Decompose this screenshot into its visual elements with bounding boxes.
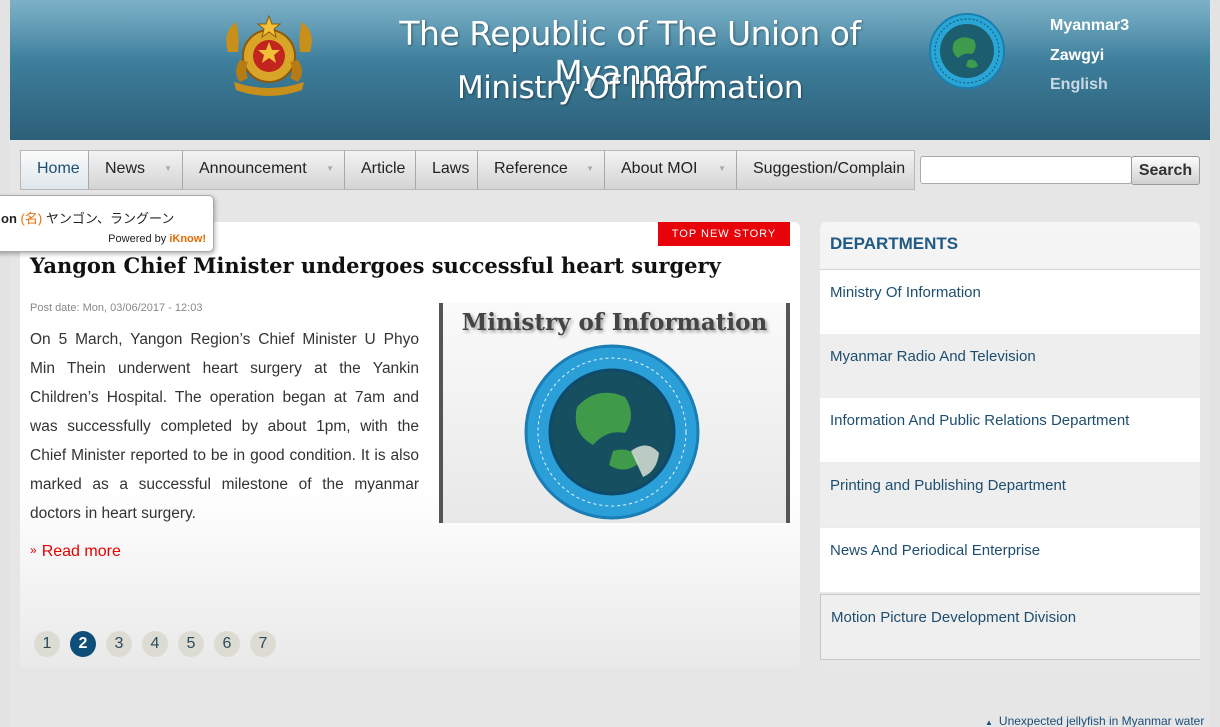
- search-input[interactable]: [920, 156, 1132, 184]
- iknow-popup[interactable]: on (名) ヤンゴン、ラングーン Powered by iKnow!: [0, 195, 214, 252]
- lang-english-link[interactable]: English: [1050, 76, 1108, 94]
- chevron-down-icon: ▼: [326, 164, 334, 173]
- nav-item-home[interactable]: Home: [21, 151, 89, 189]
- nav-item-article[interactable]: Article: [345, 151, 416, 189]
- search-button[interactable]: Search: [1131, 156, 1200, 185]
- lang-zawgyi-link[interactable]: Zawgyi: [1050, 47, 1104, 65]
- departments-title: DEPARTMENTS: [830, 234, 959, 253]
- story-image-caption: Ministry of Information: [461, 309, 768, 336]
- sidebar-item-motion-picture[interactable]: Motion Picture Development Division: [820, 594, 1200, 660]
- popup-powered-by: Powered by iKnow!: [108, 233, 206, 245]
- top-story-badge: TOP NEW STORY: [658, 222, 790, 246]
- nav-item-suggestion[interactable]: Suggestion/Complain: [737, 151, 914, 189]
- story-image[interactable]: Ministry of Information: [439, 303, 790, 523]
- news-link[interactable]: ▲ Unexpected jellyfish in Myanmar water: [985, 714, 1204, 727]
- chevron-down-icon: ▼: [164, 164, 172, 173]
- ministry-seal-icon: [524, 344, 700, 520]
- chevron-down-icon: ▼: [586, 164, 594, 173]
- nav-item-label: Laws: [432, 160, 470, 177]
- iknow-brand-link[interactable]: iKnow!: [169, 233, 206, 245]
- sidebar-item-ministry-of-information[interactable]: Ministry Of Information: [820, 270, 1200, 334]
- lang-myanmar3-link[interactable]: Myanmar3: [1050, 17, 1129, 35]
- popup-part-of-speech: (名): [20, 211, 43, 226]
- read-more-link[interactable]: » Read more: [30, 543, 121, 561]
- sidebar-item-public-relations[interactable]: Information And Public Relations Departm…: [820, 398, 1200, 462]
- nav-item-announcement[interactable]: Announcement ▼: [183, 151, 345, 189]
- site-title-line2: Ministry Of Information: [457, 70, 803, 106]
- story-body: On 5 March, Yangon Region’s Chief Minist…: [30, 331, 419, 522]
- powered-by-label: Powered by: [108, 233, 167, 245]
- double-chevron-right-icon: »: [30, 543, 37, 557]
- page-button-6[interactable]: 6: [214, 631, 240, 657]
- nav-item-label: Home: [37, 160, 80, 177]
- read-more-label: Read more: [41, 543, 121, 560]
- news-link-label: Unexpected jellyfish in Myanmar water: [998, 714, 1205, 727]
- nav-item-reference[interactable]: Reference ▼: [478, 151, 605, 189]
- moi-logo-icon: [929, 13, 1005, 89]
- state-emblem-icon: [226, 14, 312, 96]
- nav-item-label: Article: [361, 160, 406, 177]
- nav-item-about-moi[interactable]: About MOI ▼: [605, 151, 737, 189]
- nav-item-news[interactable]: News ▼: [89, 151, 183, 189]
- popup-word: on (名) ヤンゴン、ラングーン: [1, 208, 174, 227]
- page-button-4[interactable]: 4: [142, 631, 168, 657]
- page-button-7[interactable]: 7: [250, 631, 276, 657]
- page-button-2[interactable]: 2: [70, 631, 96, 657]
- sidebar-item-radio-television[interactable]: Myanmar Radio And Television: [820, 334, 1200, 398]
- post-date: Post date: Mon, 03/06/2017 - 12:03: [30, 302, 203, 314]
- nav-item-label: Suggestion/Complain: [753, 160, 906, 177]
- nav-item-laws[interactable]: Laws: [416, 151, 478, 189]
- nav-item-label: Reference: [494, 160, 568, 177]
- bullet-arrow-icon: ▲: [985, 718, 993, 727]
- nav-item-label: Announcement: [199, 160, 307, 177]
- page-button-1[interactable]: 1: [34, 631, 60, 657]
- main-nav: Home News ▼ Announcement ▼ Article Laws …: [20, 150, 915, 190]
- popup-translation: ヤンゴン、ラングーン: [45, 211, 175, 226]
- page-button-5[interactable]: 5: [178, 631, 204, 657]
- popup-word-prefix: on: [1, 211, 17, 226]
- sidebar-item-news-periodical[interactable]: News And Periodical Enterprise: [820, 528, 1200, 592]
- site-header: The Republic of The Union of Myanmar Min…: [10, 0, 1210, 140]
- chevron-down-icon: ▼: [718, 164, 726, 173]
- story-headline[interactable]: Yangon Chief Minister undergoes successf…: [30, 253, 790, 278]
- sidebar-item-printing-publishing[interactable]: Printing and Publishing Department: [820, 463, 1200, 527]
- nav-item-label: News: [105, 160, 146, 177]
- page-button-3[interactable]: 3: [106, 631, 132, 657]
- nav-item-label: About MOI: [621, 160, 698, 177]
